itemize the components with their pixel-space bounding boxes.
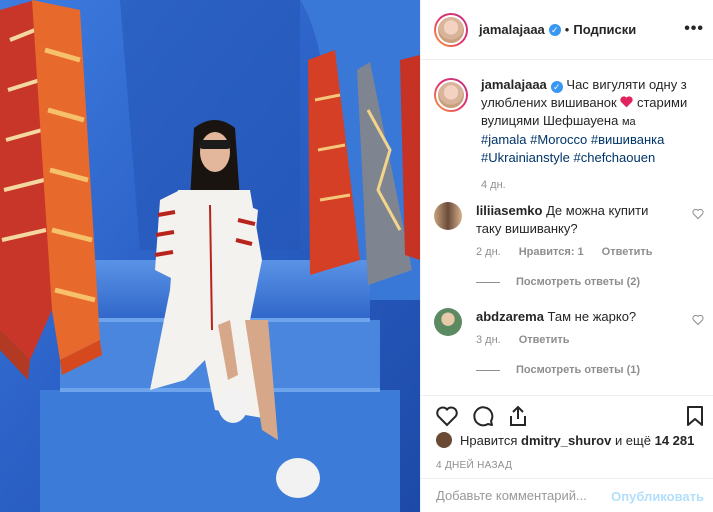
reply-button[interactable]: Ответить xyxy=(602,246,653,258)
view-replies-button[interactable]: Посмотреть ответы (1) xyxy=(476,364,704,376)
commenter-avatar[interactable] xyxy=(434,308,462,336)
red-heart-emoji-icon xyxy=(620,96,634,108)
comment-body: Там не жарко? xyxy=(547,309,637,324)
heart-icon[interactable] xyxy=(435,404,459,428)
comment-icon[interactable] xyxy=(471,404,495,428)
view-replies-label: Посмотреть ответы (2) xyxy=(516,276,641,288)
comment-input[interactable] xyxy=(436,488,616,503)
caption-avatar[interactable] xyxy=(434,78,468,112)
bookmark-icon[interactable] xyxy=(683,404,707,428)
caption-body-3: ма xyxy=(621,116,636,128)
hashtag-ukrainianstyle[interactable]: #Ukrainianstyle xyxy=(481,150,570,165)
comment-text: abdzarema Там не жарко? xyxy=(476,308,671,326)
commenter-username[interactable]: liliiasemko xyxy=(476,203,542,218)
hashtag-morocco[interactable]: #Morocco xyxy=(530,132,587,147)
comment-time[interactable]: 2 дн. xyxy=(476,246,501,258)
comment-like-icon[interactable] xyxy=(692,208,704,220)
caption-text: jamalajaaa ✓ Час вигуляти одну з улюблени… xyxy=(481,76,704,167)
comment-time[interactable]: 3 дн. xyxy=(476,334,501,346)
caption-time[interactable]: 4 дн. xyxy=(481,179,704,191)
post-header: jamalajaaa ✓ • Подписки ••• xyxy=(421,0,713,60)
commenter-avatar[interactable] xyxy=(434,202,462,230)
reply-button[interactable]: Ответить xyxy=(519,334,570,346)
liker-username[interactable]: dmitry_shurov xyxy=(521,433,611,448)
author-avatar[interactable] xyxy=(434,12,468,47)
post-sidebar: jamalajaaa ✓ • Подписки ••• jamalajaaa ✓ … xyxy=(420,0,713,512)
comment-meta: 3 дн. Ответить xyxy=(476,334,704,346)
hashtag-chefchaouen[interactable]: #chefchaouen xyxy=(574,150,656,165)
caption-username[interactable]: jamalajaaa xyxy=(481,77,547,92)
verified-badge-icon: ✓ xyxy=(550,81,563,93)
likes-count[interactable]: 14 281 xyxy=(655,433,695,448)
following-button[interactable]: Подписки xyxy=(573,22,636,37)
more-options-icon[interactable]: ••• xyxy=(684,20,704,38)
likes-prefix: Нравится xyxy=(460,432,518,448)
likes-suffix: и ещё xyxy=(614,432,651,448)
verified-badge-icon: ✓ xyxy=(548,23,561,36)
caption: jamalajaaa ✓ Час вигуляти одну з улюблени… xyxy=(434,76,704,191)
comment-likes-count[interactable]: Нравится: 1 xyxy=(519,246,584,258)
view-replies-label: Посмотреть ответы (1) xyxy=(516,364,641,376)
publish-button[interactable]: Опубликовать xyxy=(611,489,704,504)
comments-area[interactable]: jamalajaaa ✓ Час вигуляти одну з улюблени… xyxy=(421,60,713,395)
post-photo[interactable] xyxy=(0,0,420,512)
author-username[interactable]: jamalajaaa xyxy=(479,22,545,37)
comment-text: liliiasemko Де можна купити таку вишиван… xyxy=(476,202,671,238)
commenter-username[interactable]: abdzarema xyxy=(476,309,544,324)
likes-summary: Нравится dmitry_shurov и ещё 14 281 xyxy=(436,432,694,448)
liker-avatar[interactable] xyxy=(436,432,452,448)
hashtag-jamala[interactable]: #jamala xyxy=(481,132,527,147)
replies-divider xyxy=(476,369,500,371)
view-replies-button[interactable]: Посмотреть ответы (2) xyxy=(476,276,704,288)
post-timestamp[interactable]: 4 ДНЕЙ НАЗАД xyxy=(436,460,512,471)
action-bar xyxy=(421,395,713,435)
comment-like-icon[interactable] xyxy=(692,314,704,326)
comment-item: abdzarema Там не жарко? 3 дн. Ответить П… xyxy=(434,308,704,376)
add-comment-bar: Опубликовать xyxy=(421,478,713,512)
comment-item: liliiasemko Де можна купити таку вишиван… xyxy=(434,202,704,288)
photo-illustration xyxy=(0,0,420,512)
share-icon[interactable] xyxy=(506,404,530,428)
comment-meta: 2 дн. Нравится: 1 Ответить xyxy=(476,246,704,258)
replies-divider xyxy=(476,281,500,283)
header-separator: • xyxy=(564,22,570,37)
hashtag-vyshyvanka[interactable]: #вишиванка xyxy=(591,132,664,147)
